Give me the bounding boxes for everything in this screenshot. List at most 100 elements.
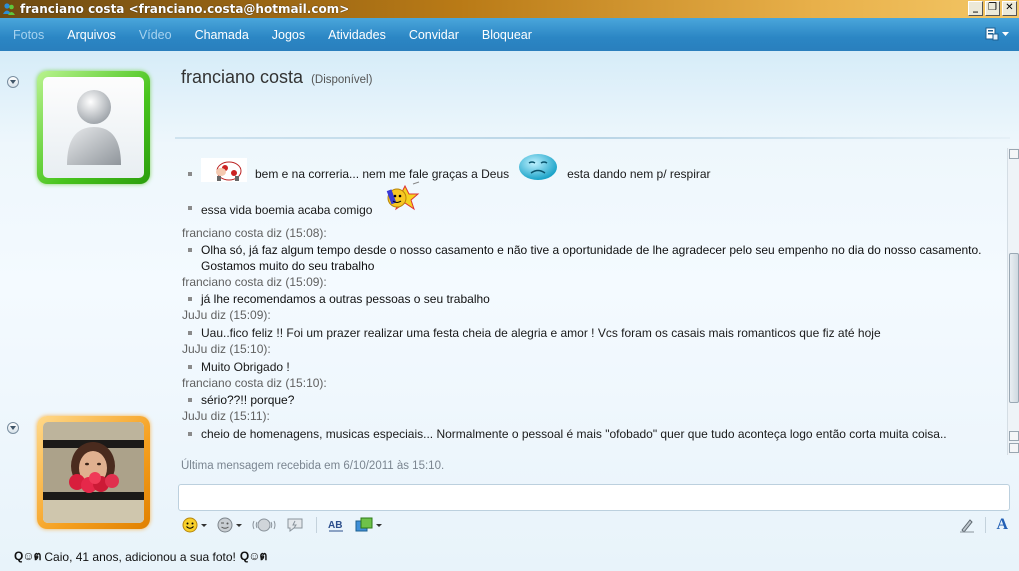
- emoticon-button[interactable]: [182, 517, 207, 533]
- toolbar-right: A: [959, 513, 1008, 537]
- menu-convidar[interactable]: Convidar: [409, 28, 459, 42]
- scroll-down-button[interactable]: [1009, 431, 1019, 441]
- last-message-info: Última mensagem recebida em 6/10/2011 às…: [181, 460, 445, 472]
- wink-button[interactable]: [217, 517, 242, 533]
- party-emoticon-icon: [387, 181, 420, 211]
- status-text[interactable]: Caio, 41 anos, adicionou a sua foto!: [44, 550, 235, 564]
- handwriting-icon[interactable]: [959, 517, 975, 533]
- sender-line: JuJu diz (15:10):: [182, 342, 271, 356]
- window-controls: _ ❐ ✕: [968, 1, 1017, 16]
- chevron-down-icon: [376, 523, 382, 527]
- bullet: [188, 432, 192, 436]
- nudge-icon: [252, 518, 276, 532]
- scroll-end-button[interactable]: [1009, 443, 1019, 453]
- message-text: essa vida boemia acaba comigo: [201, 180, 427, 218]
- window-title: franciano costa <franciano.costa@hotmail…: [20, 2, 350, 16]
- sad-emoticon-icon: [519, 154, 558, 180]
- menu-video[interactable]: Vídeo: [139, 28, 172, 42]
- list-item: Olha só, já faz algum tempo desde o noss…: [188, 242, 988, 274]
- status-bar: Q☺ต Caio, 41 anos, adicionou a sua foto!…: [0, 542, 1019, 571]
- conversation-window: franciano costa (Disponível) bem e na co…: [0, 51, 1019, 571]
- conversation-scrollbar[interactable]: [1007, 148, 1019, 455]
- self-avatar: [43, 422, 144, 523]
- menu-bar: Fotos Arquivos Vídeo Chamada Jogos Ativi…: [0, 18, 1019, 51]
- list-item: bem e na correria... nem me fale graças …: [188, 152, 711, 182]
- menu-bloquear[interactable]: Bloquear: [482, 28, 532, 42]
- contact-status: (Disponível): [311, 74, 373, 86]
- self-avatar-frame[interactable]: [37, 416, 150, 529]
- status-suffix: Q☺ต: [239, 549, 267, 563]
- chevron-down-icon: [236, 523, 242, 527]
- messenger-icon: [3, 3, 15, 15]
- bullet: [188, 172, 192, 176]
- menu-jogos[interactable]: Jogos: [272, 28, 305, 42]
- menu-atividades[interactable]: Atividades: [328, 28, 386, 42]
- bullet: [188, 398, 192, 402]
- message-text: bem e na correria... nem me fale graças …: [201, 152, 711, 182]
- bullet: [188, 331, 192, 335]
- contact-name: franciano costa: [181, 67, 304, 87]
- background-icon: [355, 517, 373, 532]
- cow-emoticon-icon: [201, 158, 247, 182]
- contact-avatar: [43, 77, 144, 178]
- svg-text:AB: AB: [328, 520, 342, 531]
- collapse-self-button[interactable]: [7, 422, 19, 434]
- minimize-button[interactable]: _: [968, 1, 983, 16]
- message-text: cheio de homenagens, musicas especiais..…: [201, 427, 947, 441]
- bullet: [188, 206, 192, 210]
- message-input-box[interactable]: [178, 484, 1010, 511]
- message-text: sério??!! porque?: [201, 393, 295, 407]
- close-button[interactable]: ✕: [1002, 1, 1017, 16]
- font-icon[interactable]: A: [996, 516, 1008, 534]
- bullet: [188, 365, 192, 369]
- message-text: já lhe recomendamos a outras pessoas o s…: [201, 292, 490, 306]
- spell-check-icon: AB: [328, 520, 343, 532]
- title-bar: franciano costa <franciano.costa@hotmail…: [0, 0, 1019, 18]
- chevron-down-icon: [201, 523, 207, 527]
- sender-line: franciano costa diz (15:08):: [182, 226, 327, 240]
- message-input[interactable]: [179, 485, 1009, 510]
- emoticon-icon: [182, 517, 198, 533]
- menu-arquivos[interactable]: Arquivos: [67, 28, 116, 42]
- message-text: Muito Obrigado !: [201, 360, 290, 374]
- list-item: Uau..fico feliz !! Foi um prazer realiza…: [188, 325, 881, 341]
- header-divider: [175, 137, 1010, 139]
- scroll-up-button[interactable]: [1009, 149, 1019, 159]
- message-text: Uau..fico feliz !! Foi um prazer realiza…: [201, 326, 881, 340]
- list-item: essa vida boemia acaba comigo: [188, 180, 427, 218]
- input-toolbar: AB A: [178, 513, 1010, 537]
- chevron-down-icon: [1002, 31, 1009, 36]
- restore-button[interactable]: ❐: [985, 1, 1000, 16]
- voice-clip-button[interactable]: [286, 517, 304, 533]
- sender-line: JuJu diz (15:11):: [182, 409, 270, 423]
- list-item: sério??!! porque?: [188, 392, 294, 408]
- sender-line: franciano costa diz (15:10):: [182, 376, 327, 390]
- sender-line: JuJu diz (15:09):: [182, 308, 271, 322]
- list-item: Muito Obrigado !: [188, 359, 290, 375]
- nudge-button[interactable]: [252, 517, 276, 533]
- status-prefix: Q☺ต: [14, 549, 41, 563]
- background-button[interactable]: [355, 517, 382, 533]
- toolbar-separator: [985, 517, 987, 533]
- voice-clip-icon: [287, 518, 303, 532]
- contact-avatar-frame[interactable]: [37, 71, 150, 184]
- wink-icon: [217, 517, 233, 533]
- collapse-contact-button[interactable]: [7, 76, 19, 88]
- message-text: Olha só, já faz algum tempo desde o noss…: [201, 243, 982, 273]
- sender-line: franciano costa diz (15:09):: [182, 275, 327, 289]
- profile-photo-icon: [43, 422, 144, 523]
- default-user-icon: [67, 90, 121, 165]
- list-item: já lhe recomendamos a outras pessoas o s…: [188, 291, 490, 307]
- menu-chamada[interactable]: Chamada: [195, 28, 249, 42]
- conversation-history[interactable]: bem e na correria... nem me fale graças …: [178, 146, 1008, 476]
- options-menu-button[interactable]: [985, 27, 1009, 41]
- scroll-thumb[interactable]: [1009, 253, 1019, 403]
- toolbar-separator: [316, 517, 317, 533]
- list-item: cheio de homenagens, musicas especiais..…: [188, 426, 993, 442]
- contact-header: franciano costa (Disponível): [181, 67, 372, 88]
- menu-fotos[interactable]: Fotos: [13, 28, 44, 42]
- spell-check-button[interactable]: AB: [327, 517, 345, 533]
- options-icon: [985, 27, 999, 41]
- bullet: [188, 297, 192, 301]
- bullet: [188, 248, 192, 252]
